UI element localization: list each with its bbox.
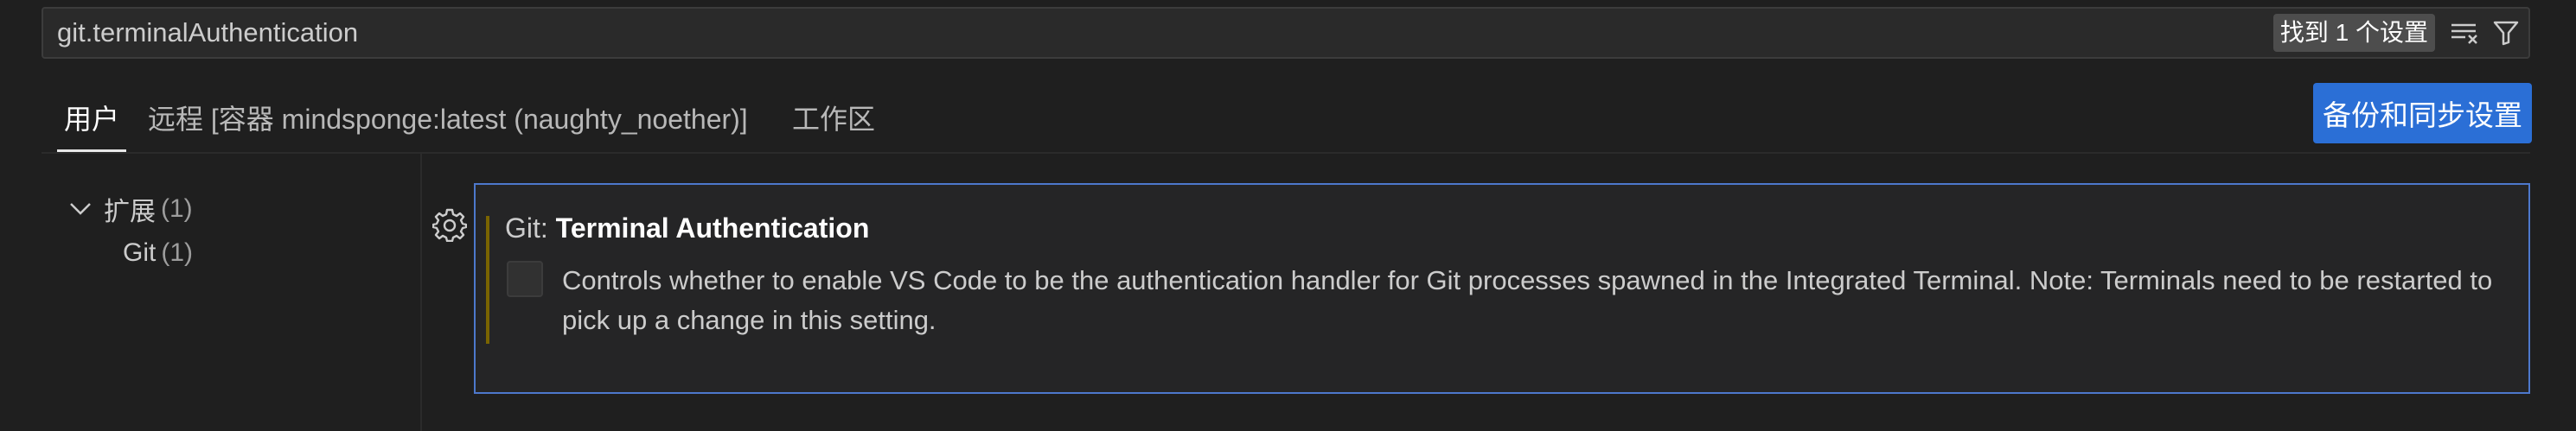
tab-workspace[interactable]: 工作区 — [792, 86, 875, 152]
tab-user[interactable]: 用户 — [57, 86, 127, 152]
setting-name: Terminal Authentication — [555, 212, 870, 244]
filter-icon[interactable] — [2487, 14, 2525, 52]
toc-item-count: (1) — [161, 238, 194, 267]
settings-editor: 找到 1 个设置 用户 远程 [容器 mindsponge:latest (na… — [0, 0, 2576, 431]
settings-search-bar: 找到 1 个设置 — [42, 7, 2530, 59]
toc-item-label: Git — [123, 238, 157, 267]
setting-checkbox[interactable] — [507, 261, 543, 297]
tab-remote[interactable]: 远程 [容器 mindsponge:latest (naughty_noethe… — [148, 86, 748, 152]
modified-indicator — [486, 216, 489, 344]
gear-icon[interactable] — [431, 207, 468, 243]
setting-item-terminal-authentication: Git: Terminal Authentication Controls wh… — [474, 183, 2530, 394]
setting-category: Git: — [505, 212, 556, 244]
settings-search-input[interactable] — [43, 9, 2273, 57]
clear-filter-icon[interactable] — [2445, 14, 2483, 52]
chevron-down-icon — [67, 196, 93, 222]
toc-item-label: 扩展 — [104, 198, 156, 226]
toc-item-git[interactable]: Git (1) — [123, 238, 193, 268]
setting-title: Git: Terminal Authentication — [505, 212, 869, 244]
settings-toc: 扩展 (1) Git (1) — [42, 154, 422, 431]
toc-item-extensions[interactable]: 扩展 (1) — [67, 190, 193, 228]
setting-description: Controls whether to enable VS Code to be… — [562, 265, 2493, 335]
search-result-count: 找到 1 个设置 — [2272, 14, 2435, 52]
settings-scope-tabs: 用户 远程 [容器 mindsponge:latest (naughty_noe… — [42, 86, 2530, 154]
backup-sync-button[interactable]: 备份和同步设置 — [2313, 83, 2532, 143]
toc-item-count: (1) — [161, 194, 193, 223]
